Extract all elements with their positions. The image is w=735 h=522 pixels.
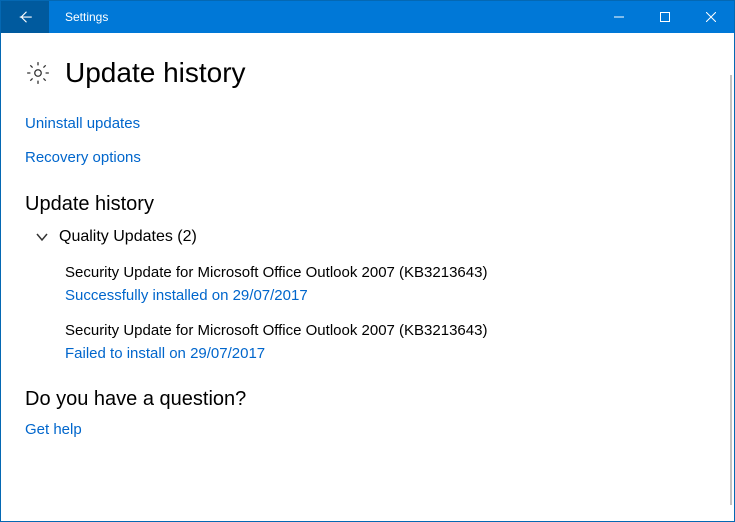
minimize-icon [614, 12, 624, 22]
page-header: Update history [25, 57, 710, 89]
arrow-left-icon [16, 8, 34, 26]
update-status-link[interactable]: Successfully installed on 29/07/2017 [65, 287, 710, 304]
minimize-button[interactable] [596, 1, 642, 33]
update-status-link[interactable]: Failed to install on 29/07/2017 [65, 345, 710, 362]
update-item: Security Update for Microsoft Office Out… [25, 264, 710, 304]
close-button[interactable] [688, 1, 734, 33]
update-title: Security Update for Microsoft Office Out… [65, 264, 710, 281]
gear-icon [25, 60, 51, 86]
close-icon [706, 12, 716, 22]
window-title: Settings [49, 1, 596, 33]
back-button[interactable] [1, 1, 49, 33]
page-title: Update history [65, 57, 246, 89]
chevron-down-icon [35, 230, 49, 244]
get-help-link[interactable]: Get help [25, 421, 82, 438]
content-area: Update history Uninstall updates Recover… [1, 33, 734, 521]
update-history-heading: Update history [25, 193, 710, 216]
quality-updates-group[interactable]: Quality Updates (2) [25, 226, 710, 254]
update-item: Security Update for Microsoft Office Out… [25, 322, 710, 362]
uninstall-updates-link[interactable]: Uninstall updates [25, 115, 140, 132]
maximize-icon [660, 12, 670, 22]
maximize-button[interactable] [642, 1, 688, 33]
titlebar: Settings [1, 1, 734, 33]
update-title: Security Update for Microsoft Office Out… [65, 322, 710, 339]
scrollbar[interactable] [730, 75, 732, 505]
recovery-options-link[interactable]: Recovery options [25, 149, 141, 166]
window-controls [596, 1, 734, 33]
question-heading: Do you have a question? [25, 388, 710, 411]
group-label: Quality Updates (2) [59, 228, 197, 246]
